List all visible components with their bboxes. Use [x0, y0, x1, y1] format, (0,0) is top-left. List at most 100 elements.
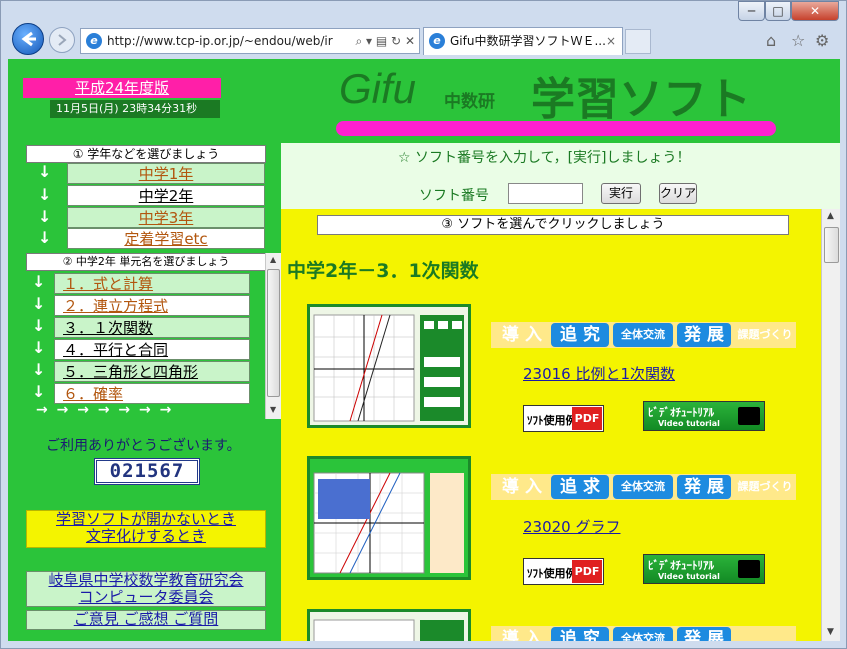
- tab-title: Gifu中数研学習ソフトＷＥ...: [450, 34, 606, 48]
- main-area: Gifu 中数研 学習ソフト ☆ ソフト番号を入力して，[実行]しましょう！ ソ…: [281, 59, 840, 641]
- feedback-link[interactable]: ご意見 ご感想 ご質問: [26, 610, 266, 630]
- org-line-2: コンピュータ委員会: [78, 588, 214, 606]
- mastery-link[interactable]: 定着学習etc: [67, 228, 265, 249]
- unit-arrow-6: ↓: [32, 382, 46, 401]
- grade-1-link[interactable]: 中学1年: [67, 163, 265, 184]
- softno-input[interactable]: [508, 183, 583, 204]
- address-bar[interactable]: e http://www.tcp-ip.or.jp/~endou/web/ir …: [80, 28, 420, 54]
- logo-mid: 中数研: [444, 92, 495, 112]
- video-camera-icon: [738, 560, 760, 578]
- home-icon[interactable]: ⌂: [766, 31, 776, 50]
- soft-2-graph-image: [310, 459, 468, 577]
- soft-2-task[interactable]: 課題づくり: [735, 475, 795, 499]
- minimize-button[interactable]: ─: [738, 1, 765, 21]
- soft-3-exchange[interactable]: 全体交流: [613, 627, 673, 641]
- soft-3-explore[interactable]: 追 究: [551, 627, 609, 641]
- org-link[interactable]: 岐阜県中学校数学教育研究会 コンピュータ委員会: [26, 571, 266, 607]
- trouble-link[interactable]: 学習ソフトが開かないとき 文字化けするとき: [26, 510, 266, 548]
- stop-icon[interactable]: ✕: [405, 34, 415, 48]
- main-scroll-down-icon[interactable]: ▼: [827, 627, 834, 637]
- soft-2-video-en: Video tutorial: [658, 572, 720, 581]
- run-button[interactable]: 実行: [601, 183, 641, 204]
- soft-2-explore[interactable]: 追 求: [551, 475, 609, 499]
- soft-3-develop[interactable]: 発 展: [677, 627, 731, 641]
- arrow-4: ↓: [38, 228, 52, 247]
- forward-arrow-icon: [58, 34, 67, 46]
- org-line-1: 岐阜県中学校数学教育研究会: [48, 571, 244, 589]
- soft-1-video-button[interactable]: ﾋﾞﾃﾞｵﾁｭｰﾄﾘｱﾙ Video tutorial: [643, 401, 765, 431]
- logo-underline-bar: [336, 121, 776, 136]
- unit-arrow-4: ↓: [32, 338, 46, 357]
- main-scrollbar[interactable]: ▲ ▼: [821, 209, 840, 641]
- soft-2-develop[interactable]: 発 展: [677, 475, 731, 499]
- arrow-1: ↓: [38, 162, 52, 181]
- back-button[interactable]: [12, 23, 44, 55]
- soft-2-pdf-button[interactable]: ｿﾌﾄ使用例 PDF: [523, 558, 604, 585]
- arrow-row: → → → → → → →: [36, 402, 174, 418]
- soft-1-explore[interactable]: 追 究: [551, 323, 609, 347]
- soft-1-link[interactable]: 23016 比例と1次関数: [523, 363, 675, 384]
- trouble-line-1: 学習ソフトが開かないとき: [55, 510, 236, 528]
- soft-2-level-bar: 導 入 追 求 全体交流 発 展 課題づくり: [491, 474, 796, 500]
- unit-2-link[interactable]: ２．連立方程式: [54, 295, 250, 316]
- address-url: http://www.tcp-ip.or.jp/~endou/web/ir: [107, 34, 333, 48]
- forward-button[interactable]: [49, 27, 75, 53]
- unit-scrollbar[interactable]: ▲ ▼: [265, 253, 281, 419]
- unit-scroll-thumb[interactable]: [267, 269, 280, 397]
- soft-3-intro[interactable]: 導 入: [495, 627, 549, 641]
- compat-icon[interactable]: ▤: [376, 34, 387, 48]
- close-window-button[interactable]: ✕: [791, 1, 839, 21]
- unit-4-link[interactable]: ４．平行と合同: [54, 339, 250, 360]
- section-title: 中学2年－3．1次関数: [287, 260, 479, 282]
- address-tools[interactable]: ⌕ ▾ ▤ ↻ ✕: [355, 29, 415, 53]
- scroll-down-icon[interactable]: ▼: [270, 405, 276, 414]
- unit-5-link[interactable]: ５．三角形と四角形: [54, 361, 250, 382]
- main-scroll-thumb[interactable]: [824, 227, 839, 263]
- tab-close-icon[interactable]: ×: [606, 28, 616, 54]
- main-scroll-up-icon[interactable]: ▲: [827, 211, 834, 221]
- soft-1-pdf-button[interactable]: ｿﾌﾄ使用例 PDF: [523, 405, 604, 432]
- dropdown-icon[interactable]: ▾: [366, 34, 372, 48]
- grade-2-link[interactable]: 中学2年: [67, 185, 265, 206]
- ie-tab-icon: e: [429, 33, 445, 49]
- scroll-up-icon[interactable]: ▲: [270, 255, 276, 264]
- soft-2-thumbnail[interactable]: [307, 456, 471, 580]
- thanks-text: ご利用ありがとうございます。: [46, 438, 241, 454]
- soft-1-exchange[interactable]: 全体交流: [613, 323, 673, 347]
- browser-window: ─ □ ✕ e http://www.tcp-ip.or.jp/~endou/w…: [0, 0, 847, 649]
- soft-1-video-label: ﾋﾞﾃﾞｵﾁｭｰﾄﾘｱﾙ: [648, 406, 714, 419]
- web-page: 平成24年度版 11月5日(月) 23時34分31秒 ① 学年などを選びましょう…: [8, 59, 840, 641]
- ie-page-icon: e: [86, 33, 102, 49]
- soft-2-exchange[interactable]: 全体交流: [613, 475, 673, 499]
- edition-link[interactable]: 平成24年度版: [23, 78, 221, 98]
- pdf-icon: PDF: [572, 407, 602, 430]
- step3-heading: ③ ソフトを選んでクリックしましょう: [317, 215, 789, 235]
- soft-1-thumbnail[interactable]: [307, 304, 471, 428]
- new-tab-button[interactable]: [625, 29, 651, 54]
- unit-arrow-3: ↓: [32, 316, 46, 335]
- settings-gear-icon[interactable]: ⚙: [815, 31, 829, 50]
- unit-1-link[interactable]: １．式と計算: [54, 273, 250, 294]
- unit-3-link[interactable]: ３．１次関数: [54, 317, 250, 338]
- soft-3-thumbnail[interactable]: [307, 609, 471, 641]
- soft-1-develop[interactable]: 発 展: [677, 323, 731, 347]
- refresh-icon[interactable]: ↻: [391, 34, 401, 48]
- search-icon[interactable]: ⌕: [355, 34, 362, 48]
- maximize-button[interactable]: □: [765, 1, 791, 21]
- clear-button[interactable]: クリア: [659, 183, 697, 204]
- grade-3-link[interactable]: 中学3年: [67, 207, 265, 228]
- step1-heading: ① 学年などを選びましょう: [26, 145, 266, 163]
- pdf-icon: PDF: [572, 560, 602, 583]
- visitor-counter: 021567: [94, 458, 200, 485]
- soft-2-link[interactable]: 23020 グラフ: [523, 516, 621, 537]
- unit-6-link[interactable]: ６．確率: [54, 383, 250, 404]
- favorites-star-icon[interactable]: ☆: [791, 31, 805, 50]
- soft-1-task[interactable]: 課題づくり: [735, 323, 795, 347]
- unit-arrow-5: ↓: [32, 360, 46, 379]
- soft-1-intro[interactable]: 導 入: [495, 323, 549, 347]
- back-arrow-icon: [21, 31, 36, 47]
- soft-2-video-button[interactable]: ﾋﾞﾃﾞｵﾁｭｰﾄﾘｱﾙ Video tutorial: [643, 554, 765, 584]
- soft-2-pdf-label: ｿﾌﾄ使用例: [527, 567, 577, 580]
- tab-active[interactable]: e Gifu中数研学習ソフトＷＥ... ×: [423, 27, 623, 55]
- soft-2-intro[interactable]: 導 入: [495, 475, 549, 499]
